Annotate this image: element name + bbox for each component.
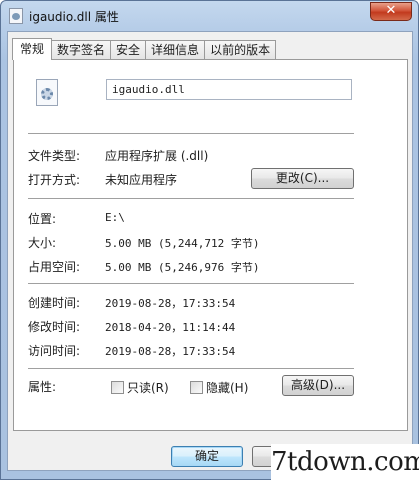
created-value: 2019-08-28，17:33:54 xyxy=(105,297,236,310)
opens-with-label: 打开方式: xyxy=(28,173,81,187)
general-tab-panel: igaudio.dll 文件类型: 应用程序扩展 (.dll) 打开方式: 未知… xyxy=(13,59,408,431)
readonly-label: 只读(R) xyxy=(127,381,169,395)
size-label: 大小: xyxy=(28,236,57,250)
attributes-label: 属性: xyxy=(28,380,57,394)
title-bar[interactable]: igaudio.dll 属性 ✕ xyxy=(1,1,418,29)
ok-button[interactable]: 确定 xyxy=(171,446,243,467)
tab-strip: 常规 数字签名 安全 详细信息 以前的版本 xyxy=(12,38,277,60)
change-button[interactable]: 更改(C)... xyxy=(251,168,354,189)
advanced-button[interactable]: 高级(D)... xyxy=(282,375,354,396)
checkbox-box[interactable] xyxy=(111,381,124,394)
accessed-label: 访问时间: xyxy=(28,344,81,358)
divider xyxy=(28,283,354,285)
divider xyxy=(28,133,354,135)
readonly-checkbox[interactable]: 只读(R) xyxy=(111,379,169,395)
modified-label: 修改时间: xyxy=(28,320,81,334)
checkbox-box[interactable] xyxy=(190,381,203,394)
divider xyxy=(28,368,354,370)
location-value: E:\ xyxy=(105,211,125,224)
tab-security[interactable]: 安全 xyxy=(110,40,147,60)
size-value: 5.00 MB (5,244,712 字节) xyxy=(105,237,260,250)
size-on-disk-label: 占用空间: xyxy=(28,260,81,274)
close-button[interactable]: ✕ xyxy=(370,2,412,21)
modified-value: 2018-04-20，11:14:44 xyxy=(105,321,236,334)
file-name-input[interactable]: igaudio.dll xyxy=(106,79,352,100)
opens-with-value: 未知应用程序 xyxy=(105,173,178,187)
window-title: igaudio.dll 属性 xyxy=(29,10,119,24)
tab-previous-versions[interactable]: 以前的版本 xyxy=(204,40,277,60)
tab-digital-signatures[interactable]: 数字签名 xyxy=(51,40,112,60)
accessed-value: 2019-08-28，17:33:54 xyxy=(105,345,236,358)
dll-file-icon xyxy=(9,8,23,24)
site-watermark: 7tdown.com xyxy=(271,444,419,480)
dll-gear-icon xyxy=(36,79,60,107)
size-on-disk-value: 5.00 MB (5,246,976 字节) xyxy=(105,261,260,274)
divider xyxy=(28,198,354,200)
properties-window: igaudio.dll 属性 ✕ 常规 数字签名 安全 详细信息 以前的版本 i… xyxy=(0,0,419,480)
location-label: 位置: xyxy=(28,212,57,226)
hidden-label: 隐藏(H) xyxy=(206,381,249,395)
gear-shape xyxy=(41,88,53,100)
created-label: 创建时间: xyxy=(28,296,81,310)
file-type-value: 应用程序扩展 (.dll) xyxy=(105,149,209,163)
tab-general[interactable]: 常规 xyxy=(12,38,53,60)
tab-details[interactable]: 详细信息 xyxy=(145,40,206,60)
hidden-checkbox[interactable]: 隐藏(H) xyxy=(190,379,248,395)
dialog-client-area: 常规 数字签名 安全 详细信息 以前的版本 igaudio.dll 文件类型: … xyxy=(7,31,413,471)
file-type-label: 文件类型: xyxy=(28,149,81,163)
